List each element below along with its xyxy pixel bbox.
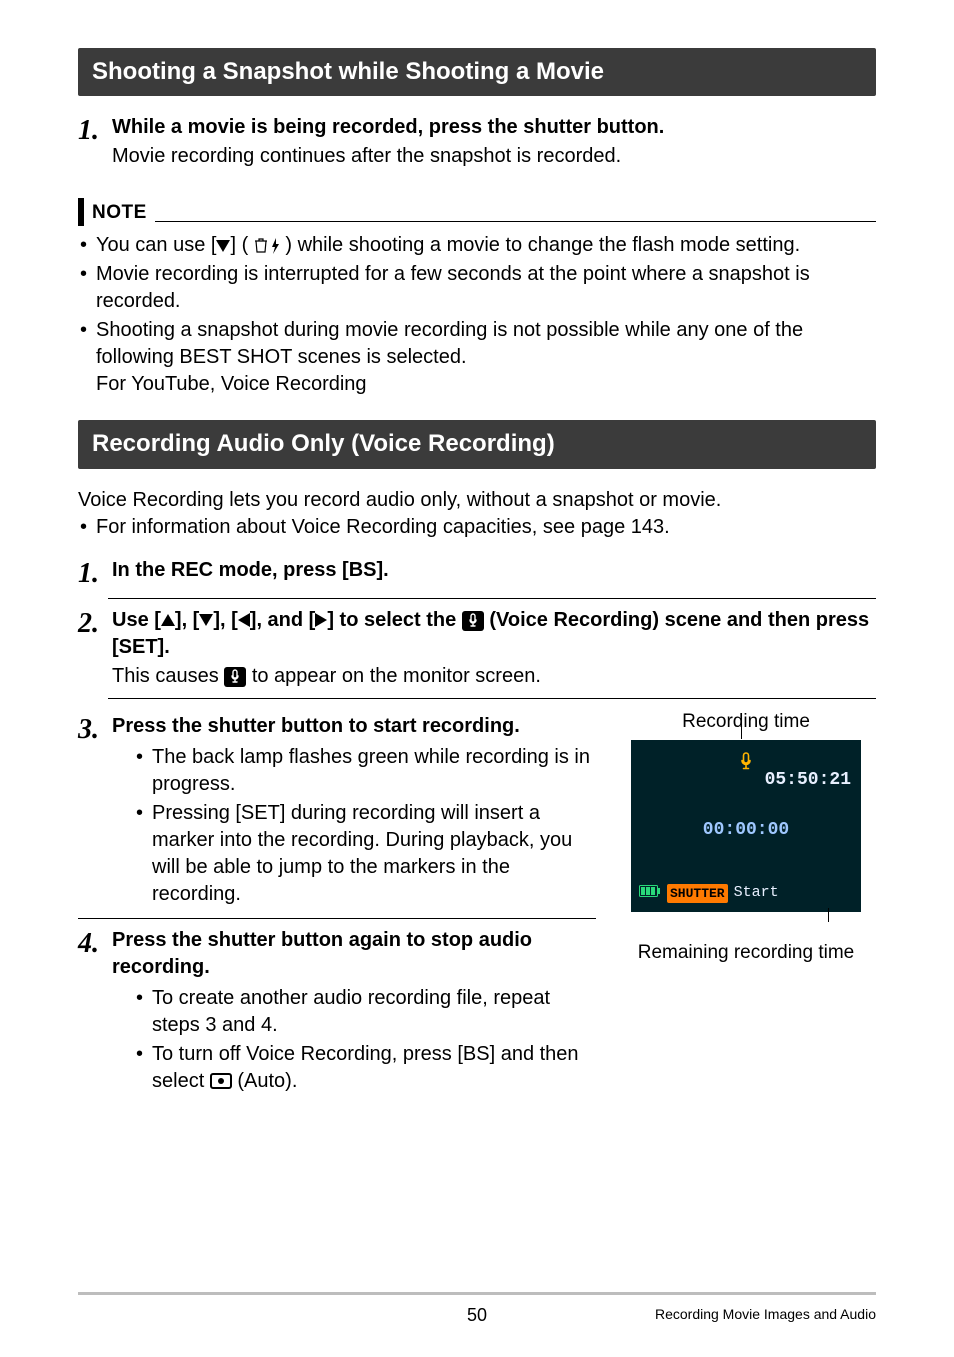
voice-intro-item: For information about Voice Recording ca… bbox=[78, 514, 876, 541]
mic-icon bbox=[462, 611, 484, 631]
lcd-shutter-label: SHUTTER bbox=[667, 884, 728, 904]
chapter-title: Recording Movie Images and Audio bbox=[655, 1305, 876, 1324]
separator bbox=[108, 698, 876, 699]
voice-step-1: 1. In the REC mode, press [BS]. bbox=[78, 557, 876, 590]
text-frag: Use [ bbox=[112, 609, 161, 631]
step-number: 1. bbox=[78, 114, 112, 170]
step-title: Use [], [], [], and [] to select the (Vo… bbox=[112, 607, 876, 661]
note-rule bbox=[155, 221, 876, 222]
step-sub-bullets: The back lamp flashes green while record… bbox=[112, 744, 596, 908]
step-title: While a movie is being recorded, press t… bbox=[112, 114, 876, 141]
down-arrow-icon bbox=[216, 240, 230, 252]
step-subtext: This causes to appear on the monitor scr… bbox=[112, 663, 876, 690]
trash-flash-icon bbox=[254, 238, 280, 254]
page-footer: 50 Recording Movie Images and Audio bbox=[78, 1292, 876, 1327]
step-number: 1. bbox=[78, 557, 112, 590]
text-frag: to appear on the monitor screen. bbox=[246, 665, 541, 687]
up-arrow-icon bbox=[161, 614, 175, 626]
auto-mode-icon bbox=[210, 1073, 232, 1089]
note-text: Shooting a snapshot during movie recordi… bbox=[96, 319, 803, 368]
pointer-line bbox=[828, 903, 829, 930]
text-frag: This causes bbox=[112, 665, 224, 687]
section-header-voice: Recording Audio Only (Voice Recording) bbox=[78, 420, 876, 468]
text-frag: ] to select the bbox=[327, 609, 461, 631]
page-number: 50 bbox=[467, 1303, 487, 1327]
note-header: NOTE bbox=[78, 198, 876, 226]
lcd-remaining-time: 05:50:21 bbox=[765, 768, 851, 792]
voice-intro-bullets: For information about Voice Recording ca… bbox=[78, 514, 876, 541]
voice-step-3: 3. Press the shutter button to start rec… bbox=[78, 713, 596, 910]
separator bbox=[108, 598, 876, 599]
lcd-mic-icon bbox=[739, 752, 753, 780]
step-title: In the REC mode, press [BS]. bbox=[112, 557, 876, 584]
battery-icon bbox=[639, 883, 661, 905]
step-number: 3. bbox=[78, 713, 112, 910]
lcd-screen: 05:50:21 00:00:00 SHUTTER Start bbox=[631, 740, 861, 912]
step-title: Press the shutter button again to stop a… bbox=[112, 927, 596, 981]
step-title: Press the shutter button to start record… bbox=[112, 713, 596, 740]
note-label: NOTE bbox=[92, 200, 147, 226]
step-number: 4. bbox=[78, 927, 112, 1097]
note-text: ] ( bbox=[230, 234, 248, 256]
mic-icon bbox=[224, 667, 246, 687]
step-number: 2. bbox=[78, 607, 112, 690]
note-text: ) while shooting a movie to change the f… bbox=[285, 234, 800, 256]
lcd-start-label: Start bbox=[734, 883, 779, 903]
caption-remaining-time: Remaining recording time bbox=[616, 940, 876, 966]
note-text: For YouTube, Voice Recording bbox=[96, 371, 876, 398]
voice-intro: Voice Recording lets you record audio on… bbox=[78, 487, 876, 514]
step-subtext: Movie recording continues after the snap… bbox=[112, 143, 876, 170]
sub-bullet: To turn off Voice Recording, press [BS] … bbox=[136, 1041, 596, 1095]
lcd-figure: Recording time 05:50:21 00:00:00 SHUTTER… bbox=[616, 707, 876, 966]
note-bar-icon bbox=[78, 198, 84, 226]
note-item: Shooting a snapshot during movie recordi… bbox=[78, 317, 876, 398]
lcd-elapsed-time: 00:00:00 bbox=[703, 818, 789, 842]
note-item: You can use [ ] ( ) while shooting a movi… bbox=[78, 232, 876, 259]
sub-bullet: Pressing [SET] during recording will ins… bbox=[136, 800, 596, 908]
note-text: You can use [ bbox=[96, 234, 216, 256]
sub-bullet: The back lamp flashes green while record… bbox=[136, 744, 596, 798]
voice-step-4: 4. Press the shutter button again to sto… bbox=[78, 927, 596, 1097]
text-frag: (Auto). bbox=[232, 1070, 298, 1092]
section-header-snapshot: Shooting a Snapshot while Shooting a Mov… bbox=[78, 48, 876, 96]
caption-recording-time: Recording time bbox=[616, 709, 876, 735]
text-frag: ], and [ bbox=[250, 609, 316, 631]
down-arrow-icon bbox=[199, 614, 213, 626]
step-sub-bullets: To create another audio recording file, … bbox=[112, 985, 596, 1095]
note-bullets: You can use [ ] ( ) while shooting a movi… bbox=[78, 232, 876, 398]
text-frag: ], [ bbox=[175, 609, 199, 631]
voice-step-2: 2. Use [], [], [], and [] to select the … bbox=[78, 607, 876, 690]
left-arrow-icon bbox=[238, 613, 250, 627]
separator bbox=[78, 918, 596, 919]
right-arrow-icon bbox=[315, 613, 327, 627]
note-item: Movie recording is interrupted for a few… bbox=[78, 261, 876, 315]
text-frag: ], [ bbox=[213, 609, 237, 631]
step-1-snapshot: 1. While a movie is being recorded, pres… bbox=[78, 114, 876, 170]
sub-bullet: To create another audio recording file, … bbox=[136, 985, 596, 1039]
